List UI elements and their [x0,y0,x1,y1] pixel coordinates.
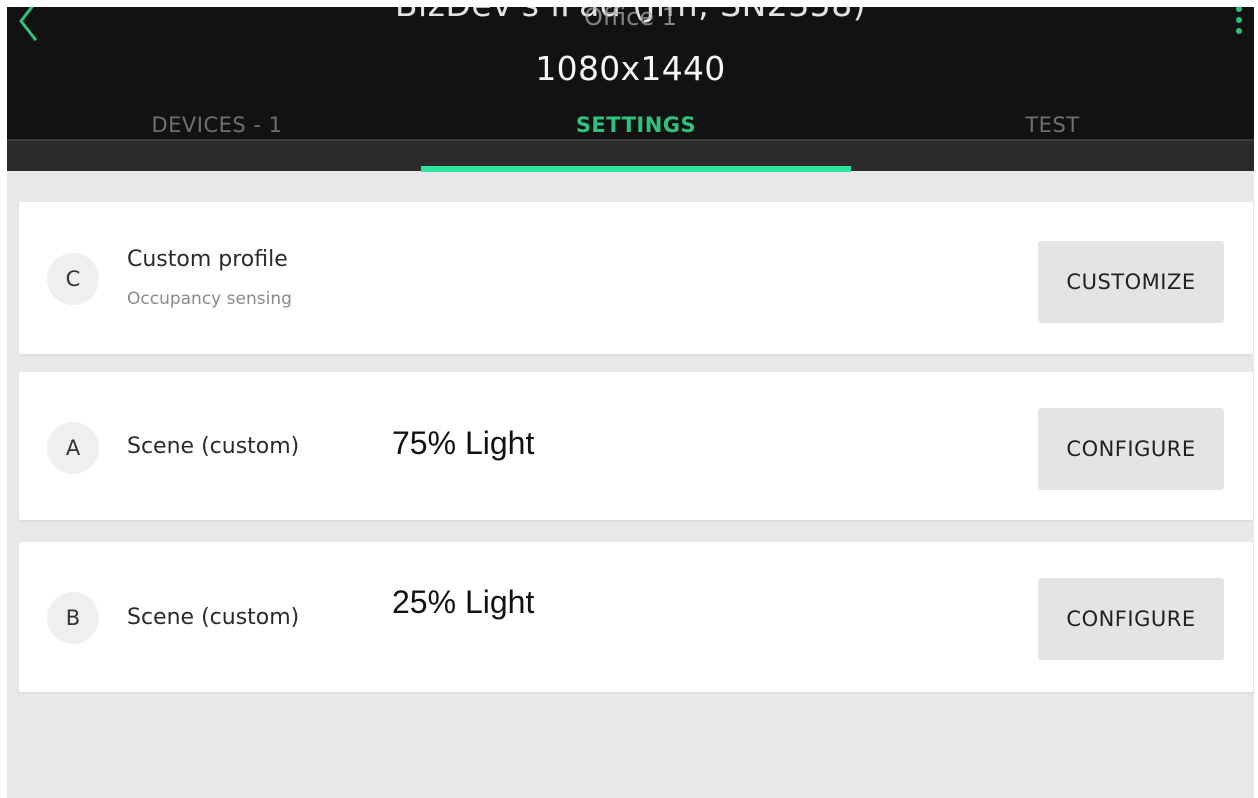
scene-title: Scene (custom) [127,605,300,630]
light-level-annotation: 25% Light [392,584,535,620]
overflow-menu-button[interactable] [1232,7,1246,43]
scene-badge: B [47,592,99,644]
scene-card-a: A Scene (custom) 75% Light CONFIGURE [19,372,1253,520]
scene-card-b: B Scene (custom) 25% Light CONFIGURE [19,542,1253,692]
configure-button[interactable]: CONFIGURE [1038,408,1224,490]
app-screen: BizDev's iPad (Jim, SN2358) Office 1 108… [7,7,1254,798]
profile-title: Custom profile [127,247,288,272]
active-tab-indicator [421,166,851,172]
app-header: BizDev's iPad (Jim, SN2358) Office 1 108… [7,7,1254,172]
tab-test-label: TEST [1025,113,1080,137]
profile-subtitle: Occupancy sensing [127,289,292,309]
room-title: Office 1 [584,7,677,31]
more-vert-icon [1236,7,1242,34]
profile-card-c: C Custom profile Occupancy sensing CUSTO… [19,202,1253,354]
light-level-annotation: 75% Light [392,425,535,461]
tab-settings-label: SETTINGS [575,113,697,137]
configure-button[interactable]: CONFIGURE [1038,578,1224,660]
profile-badge: C [47,253,99,305]
tab-devices-label: DEVICES - 1 [151,113,283,137]
scene-title: Scene (custom) [127,434,300,459]
resolution-label: 1080x1440 [535,49,726,88]
scene-badge: A [47,422,99,474]
customize-button[interactable]: CUSTOMIZE [1038,241,1224,323]
